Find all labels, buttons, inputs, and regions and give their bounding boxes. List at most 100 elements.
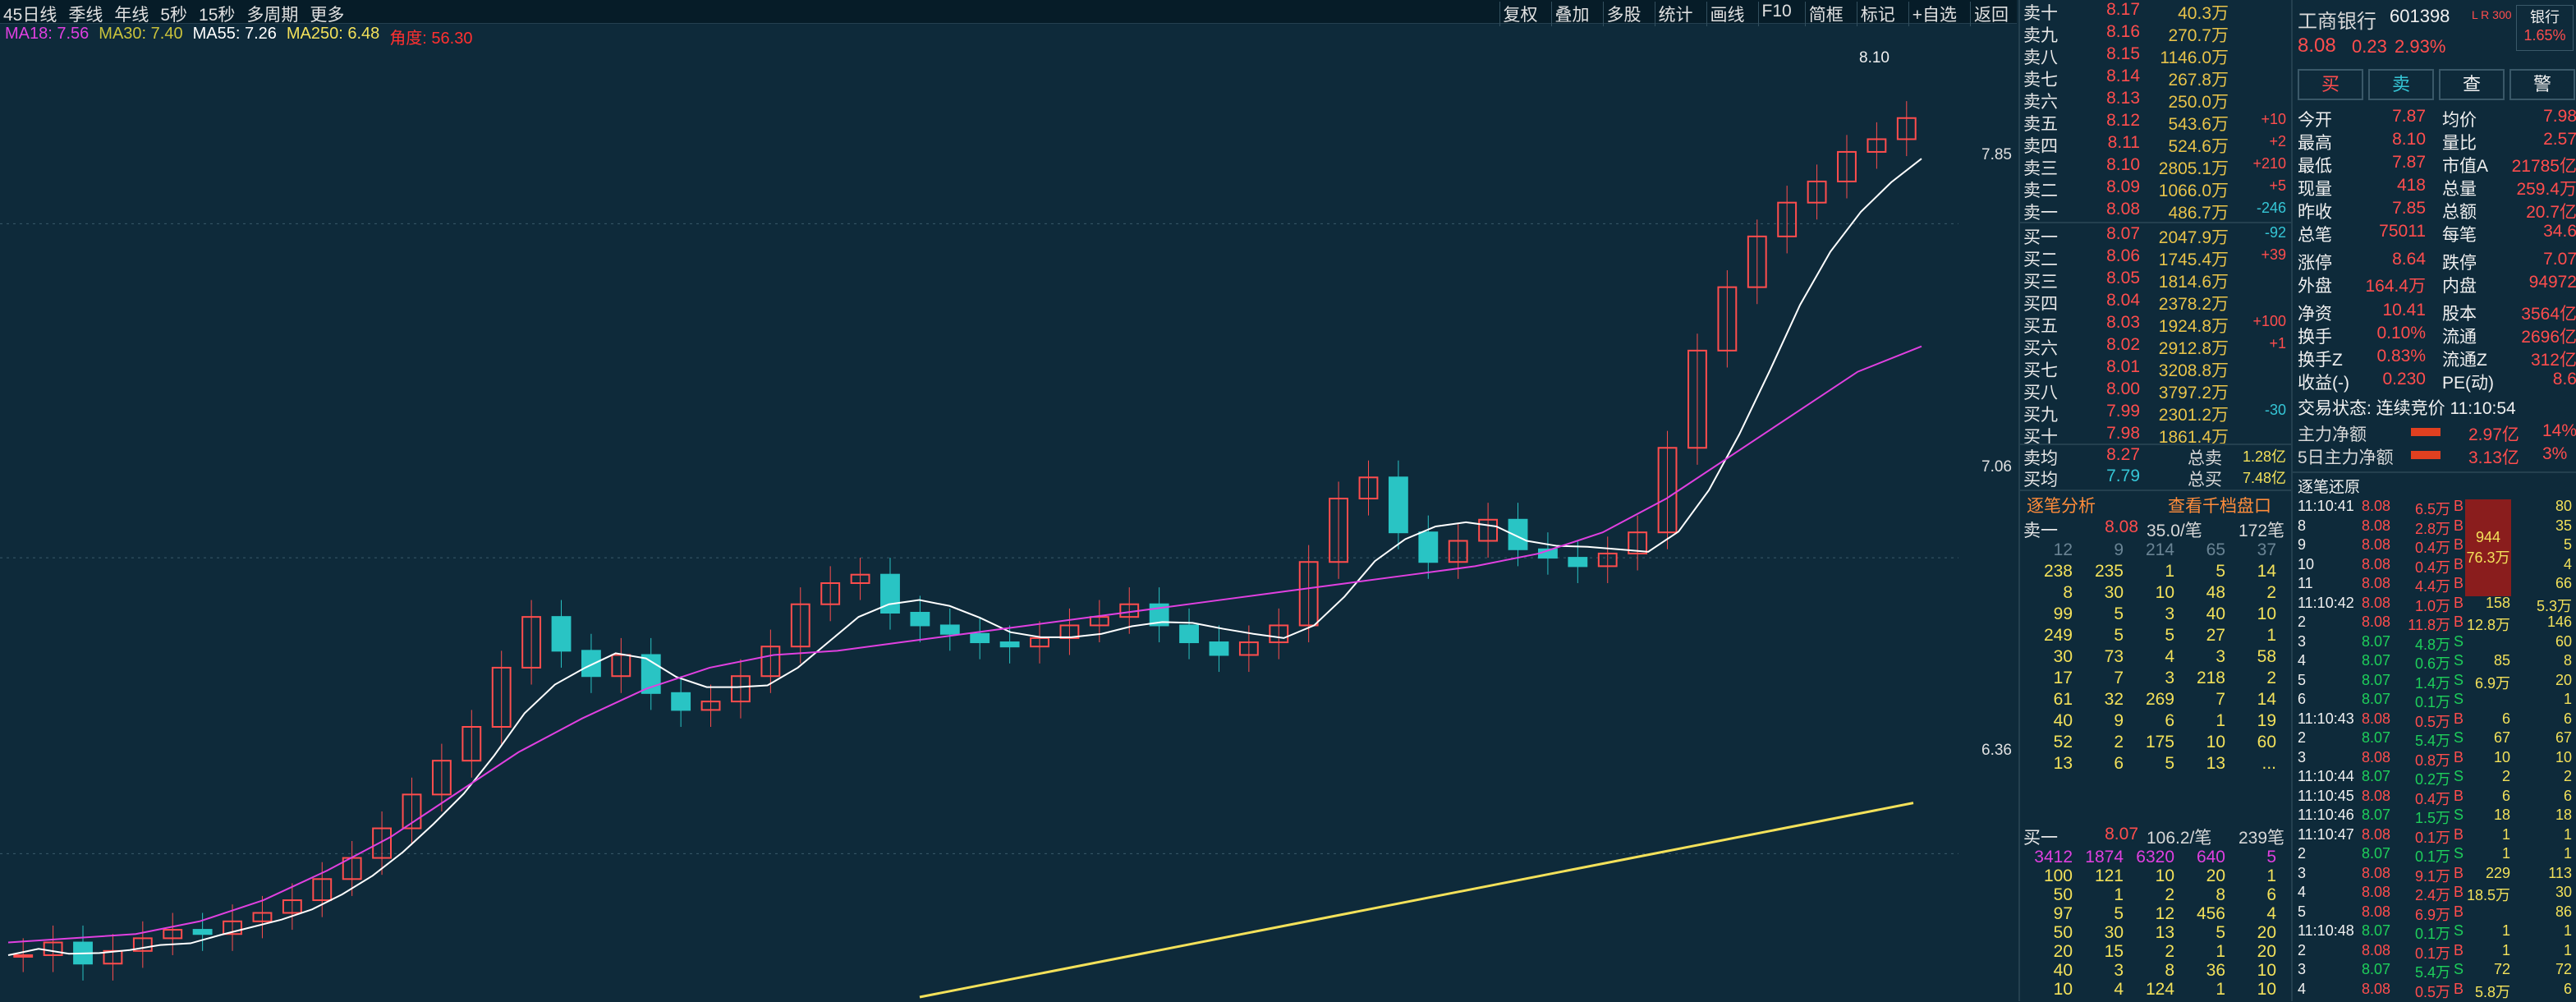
candlestick-chart[interactable] (0, 48, 1958, 1001)
tool-back[interactable]: 返回 (1970, 2, 2012, 26)
tab-tick-analysis[interactable]: 逐笔分析 (2027, 493, 2096, 517)
period-15s[interactable]: 15秒 (199, 2, 235, 26)
order_book.bids-level: 买七 (2023, 361, 2058, 380)
quote-row: 收益(-) 0.230 PE(动) 8.6 (2296, 370, 2576, 393)
order_book.bids-row[interactable]: 买一 8.07 2047.9万 -92 (2023, 224, 2288, 247)
sector-box[interactable]: 银行 1.65% (2516, 5, 2574, 51)
tool-f10[interactable]: F10 (1757, 2, 1795, 26)
order_book.asks-row[interactable]: 卖七 8.14 267.8万 (2023, 67, 2288, 90)
order_book.bids-price: 8.03 (2106, 313, 2140, 332)
order_book.bids-price: 8.04 (2106, 291, 2140, 310)
tick-p: 8.07 (2362, 632, 2391, 650)
tick-p: 8.08 (2362, 517, 2391, 534)
tick-p: 8.07 (2362, 807, 2391, 823)
tick-b: 66 (2555, 575, 2572, 591)
queue-cell: 40 (2053, 961, 2073, 980)
order_book.bids-row[interactable]: 买九 7.99 2301.2万 -30 (2023, 402, 2288, 425)
queue-cell: 30 (2104, 583, 2124, 602)
queue-cell: 10 (2257, 961, 2276, 980)
tick-b: 5 (2563, 536, 2572, 553)
tick-title[interactable]: 逐笔还原 (2298, 475, 2360, 497)
order_book.bids-row[interactable]: 买二 8.06 1745.4万 +39 (2023, 246, 2288, 269)
queue-cell: 3 (2216, 647, 2225, 666)
avg-buy-row: 买均 7.79 总买 7.48亿 (2023, 467, 2288, 490)
sell-button[interactable]: 卖 (2368, 69, 2434, 100)
sector-change: 1.65% (2523, 27, 2566, 44)
order_book.asks-row[interactable]: 卖三 8.10 2805.1万 +210 (2023, 155, 2288, 178)
queue-cell: 2 (2266, 669, 2276, 687)
tick-p: 8.08 (2362, 536, 2391, 553)
quote-k: 总笔 (2298, 226, 2332, 245)
tick-t: 11:10:44 (2298, 768, 2354, 784)
queue-cell: 10 (2257, 604, 2276, 623)
tool-draw[interactable]: 画线 (1706, 2, 1748, 26)
tick-v: 1.0万 (2414, 597, 2450, 614)
tick-v: 0.4万 (2414, 558, 2450, 576)
tick-s: B (2454, 614, 2464, 630)
order_book.bids-delta: +100 (2252, 313, 2286, 329)
order_book.asks-row[interactable]: 卖五 8.12 543.6万 +10 (2023, 111, 2288, 134)
tool-mark[interactable]: 标记 (1856, 2, 1899, 26)
ma55-label: MA55: 7.26 (192, 25, 277, 43)
queue-cell: 3 (2165, 669, 2174, 687)
quote-k: 昨收 (2298, 203, 2332, 222)
tick-v: 4.4万 (2414, 578, 2450, 595)
tab-deep-book[interactable]: 查看千档盘口 (2168, 493, 2271, 517)
tool-multi-stock[interactable]: 多股 (1602, 2, 1645, 26)
sell-queue-row: 238 235 1 5 14 (2023, 562, 2288, 583)
tick-t: 10 (2298, 555, 2315, 572)
tick-row: 2 8.07 0.1万 S 1 1 (2296, 845, 2575, 865)
candle (1179, 624, 1199, 644)
order_book.bids-row[interactable]: 买五 8.03 1924.8万 +100 (2023, 313, 2288, 336)
tick-b: 60 (2555, 632, 2572, 650)
order_book.bids-row[interactable]: 买八 8.00 3797.2万 (2023, 379, 2288, 402)
tool-stats[interactable]: 统计 (1654, 2, 1697, 26)
buy-button[interactable]: 买 (2298, 69, 2363, 100)
order_book.bids-row[interactable]: 买三 8.05 1814.6万 (2023, 269, 2288, 292)
tool-overlay[interactable]: 叠加 (1550, 2, 1593, 26)
candle (671, 692, 691, 711)
tool-add-watch[interactable]: +自选 (1908, 2, 1960, 26)
tick-v: 0.1万 (2414, 848, 2450, 865)
order_book.asks-row[interactable]: 卖六 8.13 250.0万 (2023, 89, 2288, 112)
sell-queue-row: 61 32 269 7 14 (2023, 690, 2288, 711)
tool-simple-frame[interactable]: 简框 (1804, 2, 1847, 26)
queue-cell: ... (2261, 754, 2276, 773)
period-year[interactable]: 年线 (114, 2, 149, 26)
order_book.asks-level: 卖二 (2023, 182, 2058, 200)
order_book.asks-row[interactable]: 卖一 8.08 486.7万 -246 (2023, 200, 2288, 223)
queue-cell: 10 (2206, 733, 2225, 752)
alert-button[interactable]: 警 (2509, 69, 2575, 100)
order_book.asks-row[interactable]: 卖四 8.11 524.6万 +2 (2023, 133, 2288, 156)
order_book.bids-price: 8.01 (2106, 357, 2140, 376)
tick-t: 9 (2298, 536, 2307, 553)
order-book: 卖十 8.17 40.3万 卖九 8.16 270.7万 卖八 8.15 1146.0万 卖七 8.… (2018, 0, 2291, 1001)
order_book.asks-row[interactable]: 卖十 8.17 40.3万 (2023, 0, 2288, 23)
period-more[interactable]: 更多 (310, 2, 344, 26)
tick-t: 11:10:47 (2298, 825, 2354, 843)
tick-v: 0.1万 (2414, 926, 2450, 942)
tick-p: 8.08 (2362, 787, 2391, 804)
quote-row: 换手Z 0.83% 流通Z 312亿 (2296, 347, 2576, 370)
queue-cell: 58 (2257, 647, 2276, 666)
order_book.asks-row[interactable]: 卖二 8.09 1066.0万 +5 (2023, 177, 2288, 200)
order_book.asks-price: 8.12 (2106, 111, 2140, 130)
period-quarter[interactable]: 季线 (68, 2, 103, 26)
query-button[interactable]: 查 (2439, 69, 2505, 100)
tool-fuquan[interactable]: 复权 (1499, 2, 1541, 26)
order_book.asks-delta: +2 (2269, 133, 2286, 149)
order_book.asks-level: 卖七 (2023, 71, 2058, 90)
period-45d[interactable]: 45日线 (3, 2, 57, 26)
order_book.bids-row[interactable]: 买十 7.98 1861.4万 (2023, 424, 2288, 447)
order_book.bids-row[interactable]: 买六 8.02 2912.8万 +1 (2023, 335, 2288, 358)
queue-cell: 20 (2257, 923, 2276, 942)
order_book.asks-row[interactable]: 卖八 8.15 1146.0万 (2023, 44, 2288, 67)
order_book.bids-volume: 3797.2万 (2158, 384, 2229, 402)
period-5s[interactable]: 5秒 (160, 2, 187, 26)
tick-v: 0.1万 (2414, 694, 2450, 710)
order_book.asks-row[interactable]: 卖九 8.16 270.7万 (2023, 22, 2288, 45)
order_book.bids-row[interactable]: 买七 8.01 3208.8万 (2023, 357, 2288, 380)
order_book.bids-row[interactable]: 买四 8.04 2378.2万 (2023, 291, 2288, 314)
period-multi[interactable]: 多周期 (246, 2, 298, 26)
big-order-amt: 76.3万 (2466, 549, 2510, 566)
